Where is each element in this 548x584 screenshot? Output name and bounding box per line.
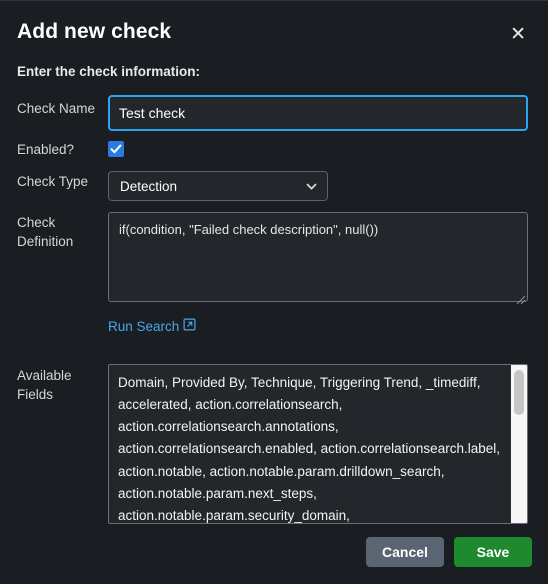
dialog-body: Enter the check information: Check Name … [0, 63, 548, 524]
checkmark-icon [110, 144, 122, 154]
check-name-label: Check Name [17, 101, 96, 116]
enabled-field-wrapper [108, 136, 531, 157]
chevron-down-icon [305, 180, 318, 193]
check-definition-field-wrapper: if(condition, "Failed check description"… [108, 209, 531, 336]
close-icon[interactable]: ✕ [504, 21, 532, 48]
check-name-input[interactable] [108, 95, 528, 131]
enabled-label: Enabled? [17, 142, 75, 157]
textarea-wrapper: if(condition, "Failed check description"… [108, 209, 528, 307]
dialog-header: Add new check ✕ [0, 1, 548, 48]
check-form: Check Name Enabled? Check Type [17, 95, 531, 524]
check-type-select[interactable]: Detection [108, 171, 328, 201]
check-definition-textarea[interactable]: if(condition, "Failed check description"… [108, 212, 528, 302]
available-fields-text: Domain, Provided By, Technique, Triggeri… [118, 374, 500, 523]
page-title: Add new check [17, 20, 172, 43]
available-fields-box[interactable]: Domain, Provided By, Technique, Triggeri… [108, 363, 528, 524]
available-fields-label: Available Fields [17, 367, 72, 402]
field-row-check-name: Check Name [17, 95, 531, 131]
field-row-available-fields: Available Fields Domain, Provided By, Te… [17, 362, 531, 524]
check-type-selected-value: Detection [120, 178, 178, 194]
field-row-check-definition: Check Definition if(condition, "Failed c… [17, 209, 531, 336]
external-link-icon [183, 318, 196, 334]
dialog-footer: Cancel Save [0, 537, 548, 584]
scrollbar-thumb[interactable] [514, 369, 524, 415]
available-fields-field-wrapper: Domain, Provided By, Technique, Triggeri… [108, 362, 531, 524]
field-row-enabled: Enabled? [17, 136, 531, 159]
available-fields-scrollbar[interactable] [510, 364, 527, 523]
check-type-field-wrapper: Detection [108, 168, 531, 201]
field-row-check-type: Check Type Detection [17, 168, 531, 201]
cancel-button[interactable]: Cancel [366, 537, 444, 567]
run-search-link[interactable]: Run Search [108, 318, 196, 334]
check-definition-label: Check Definition [17, 215, 74, 249]
check-name-field-wrapper [108, 95, 531, 131]
run-search-label: Run Search [108, 318, 180, 334]
enabled-checkbox[interactable] [108, 141, 124, 157]
check-type-label: Check Type [17, 174, 89, 189]
add-new-check-dialog: Add new check ✕ Enter the check informat… [0, 0, 548, 584]
save-button[interactable]: Save [454, 537, 532, 567]
dialog-subtitle: Enter the check information: [17, 64, 201, 79]
